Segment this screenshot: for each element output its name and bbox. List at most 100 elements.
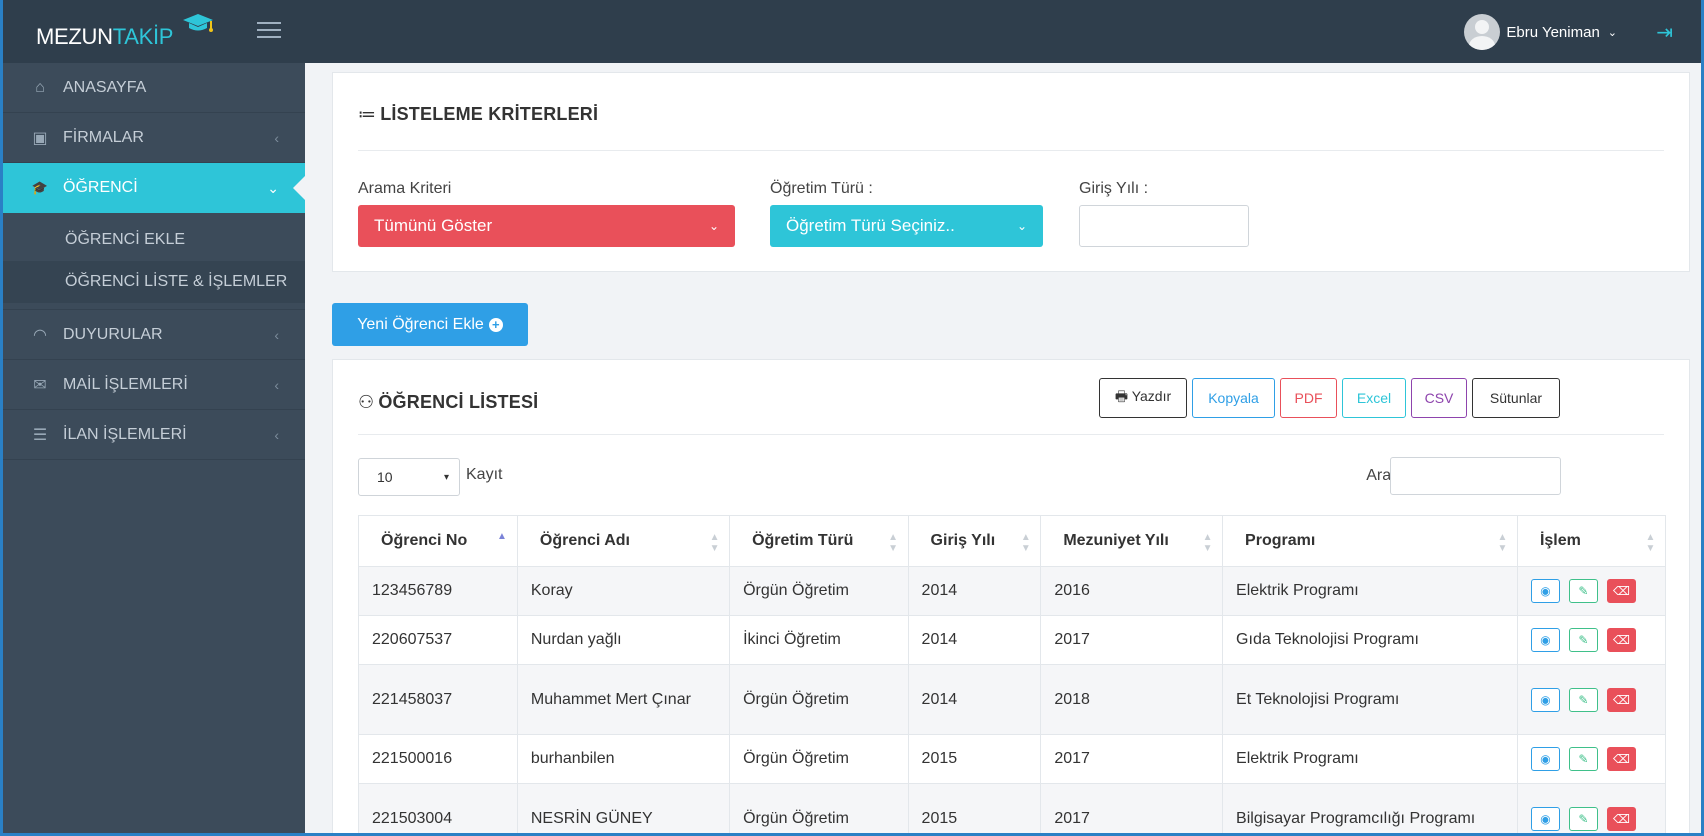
cell-student-name: Nurdan yağlı (516, 615, 731, 665)
column-header-graduation-year[interactable]: Mezuniyet Yılı ▲▼ (1040, 515, 1224, 567)
edit-icon[interactable]: ✎ (1568, 806, 1598, 831)
eraser-icon[interactable]: ⌫ (1606, 628, 1636, 652)
chevron-down-icon: ⌄ (267, 179, 279, 196)
cell-student-name: NESRİN GÜNEY (516, 783, 731, 833)
cell-program: Elektrik Programı (1222, 566, 1518, 616)
sort-icon: ▲▼ (887, 532, 899, 554)
edit-icon[interactable]: ✎ (1568, 579, 1598, 603)
copy-button[interactable]: Kopyala (1192, 378, 1275, 418)
criteria-title-text: LİSTELEME KRİTERLERİ (380, 104, 599, 124)
user-menu[interactable]: Ebru Yeniman ⌄ (1464, 14, 1617, 50)
columns-button[interactable]: Sütunlar (1472, 378, 1560, 418)
sidebar-subitem-ogrenci-ekle[interactable]: ÖĞRENCİ EKLE (3, 219, 305, 261)
column-header-student-name[interactable]: Öğrenci Adı ▲▼ (516, 515, 731, 567)
chevron-left-icon: ‹ (274, 426, 279, 443)
student-list-panel: ⚇ ÖĞRENCİ LİSTESİ 🖶 Yazdır Kopyala PDF Ex… (332, 359, 1690, 833)
pdf-button[interactable]: PDF (1280, 378, 1337, 418)
sidebar-subitem-ogrenci-liste[interactable]: ÖĞRENCİ LİSTE & İŞLEMLER (3, 261, 305, 303)
sort-icon: ▲▼ (1496, 532, 1508, 554)
eraser-icon[interactable]: ⌫ (1606, 579, 1636, 603)
cell-program: Elektrik Programı (1222, 734, 1518, 784)
entry-year-input[interactable] (1079, 205, 1249, 247)
education-type-select[interactable]: Öğretim Türü Seçiniz.. ⌄ (770, 205, 1043, 247)
column-header-actions[interactable]: İşlem ▲▼ (1516, 515, 1667, 567)
student-table: Öğrenci No ▲ Öğrenci Adı ▲▼ Öğretim Türü ▲▼… (358, 515, 1667, 833)
logo-area: MEZUNTAKİP (3, 0, 305, 63)
sidebar-item-firmalar[interactable]: ▣ FİRMALAR ‹ (3, 113, 305, 163)
caret-down-icon: ▾ (443, 471, 449, 483)
print-button[interactable]: 🖶 Yazdır (1099, 378, 1187, 418)
list-icon: ≔ (358, 104, 377, 124)
main-content: ≔ LİSTELEME KRİTERLERİ Arama Kriteri Tümü… (305, 63, 1701, 833)
table-row: 123456789 Koray Örgün Öğretim 2014 2016 … (358, 566, 1667, 616)
logout-icon[interactable]: ⇥ (1656, 20, 1673, 45)
chevron-down-icon: ⌄ (1016, 219, 1027, 233)
search-criteria-select[interactable]: Tümünü Göster ⌄ (358, 205, 735, 247)
menu-toggle-icon[interactable] (257, 22, 281, 40)
view-icon[interactable]: ◉ (1530, 687, 1560, 712)
column-header-program[interactable]: Programı ▲▼ (1222, 515, 1518, 567)
search-criteria-label: Arama Kriteri (358, 180, 452, 197)
csv-button[interactable]: CSV (1411, 378, 1467, 418)
cell-student-name: Koray (516, 566, 731, 616)
education-type-label: Öğretim Türü : (770, 180, 873, 197)
brand-logo[interactable]: MEZUNTAKİP (36, 24, 173, 50)
edit-icon[interactable]: ✎ (1568, 628, 1598, 652)
add-student-button[interactable]: Yeni Öğrenci Ekle + (332, 303, 528, 346)
sidebar-item-label: MAİL İŞLEMLERİ (63, 375, 188, 393)
sort-asc-icon: ▲ (496, 531, 507, 542)
chevron-left-icon: ‹ (274, 129, 279, 146)
graduation-cap-icon: 🎓 (31, 180, 49, 195)
cell-student-no: 221458037 (358, 664, 518, 735)
app-window: MEZUNTAKİP Ebru Yeniman ⌄ ⇥ ⌂ ANASAYFA ▣… (0, 0, 1704, 836)
edit-icon[interactable]: ✎ (1568, 747, 1598, 771)
entry-year-label: Giriş Yılı : (1079, 180, 1149, 197)
cell-student-name: Muhammet Mert Çınar (516, 664, 731, 735)
home-icon: ⌂ (35, 78, 45, 96)
page-length-value: 10 (377, 469, 393, 485)
cell-actions: ◉ ✎ ⌫ (1516, 783, 1667, 833)
table-row: 221500016 burhanbilen Örgün Öğretim 2015… (358, 734, 1667, 784)
page-length-select[interactable]: 10 ▾ (358, 458, 460, 496)
edit-icon[interactable]: ✎ (1568, 687, 1598, 712)
sort-icon: ▲▼ (709, 532, 721, 554)
view-icon[interactable]: ◉ (1530, 747, 1560, 771)
eraser-icon[interactable]: ⌫ (1606, 747, 1636, 771)
cell-student-no: 220607537 (358, 615, 518, 665)
table-search-input[interactable] (1390, 457, 1561, 495)
cell-education-type: İkinci Öğretim (729, 615, 909, 665)
sidebar-item-anasayfa[interactable]: ⌂ ANASAYFA (3, 63, 305, 113)
column-header-label: Giriş Yılı (930, 532, 996, 549)
divider (358, 150, 1664, 151)
cell-actions: ◉ ✎ ⌫ (1516, 734, 1667, 784)
view-icon[interactable]: ◉ (1530, 579, 1560, 603)
cell-program: Et Teknolojisi Programı (1222, 664, 1518, 735)
cell-program: Bilgisayar Programcılığı Programı (1222, 783, 1518, 833)
cell-education-type: Örgün Öğretim (729, 783, 909, 833)
add-student-label: Yeni Öğrenci Ekle (357, 315, 484, 333)
cell-graduation-year: 2017 (1040, 734, 1224, 784)
cell-student-no: 221500016 (358, 734, 518, 784)
cell-education-type: Örgün Öğretim (729, 664, 909, 735)
sidebar-item-label: DUYURULAR (63, 325, 163, 343)
column-header-education-type[interactable]: Öğretim Türü ▲▼ (729, 515, 909, 567)
eraser-icon[interactable]: ⌫ (1606, 687, 1636, 712)
sort-icon: ▲▼ (1202, 532, 1214, 554)
sidebar-item-ogrenci[interactable]: 🎓 ÖĞRENCİ ⌄ (3, 163, 306, 213)
column-header-label: Öğrenci Adı (539, 532, 630, 549)
column-header-label: Öğretim Türü (752, 532, 854, 549)
sidebar-item-mail-islemleri[interactable]: ✉ MAİL İŞLEMLERİ ‹ (3, 360, 305, 410)
column-header-student-no[interactable]: Öğrenci No ▲ (358, 515, 518, 567)
sidebar-item-duyurular[interactable]: ◠ DUYURULAR ‹ (3, 310, 305, 360)
table-row: 221458037 Muhammet Mert Çınar Örgün Öğre… (358, 664, 1667, 735)
view-icon[interactable]: ◉ (1530, 628, 1560, 652)
eraser-icon[interactable]: ⌫ (1606, 806, 1636, 831)
users-icon: ⚇ (358, 392, 375, 412)
excel-button[interactable]: Excel (1342, 378, 1406, 418)
avatar (1464, 14, 1501, 50)
view-icon[interactable]: ◉ (1530, 806, 1560, 831)
column-header-entry-year[interactable]: Giriş Yılı ▲▼ (907, 515, 1042, 567)
criteria-panel: ≔ LİSTELEME KRİTERLERİ Arama Kriteri Tümü… (332, 72, 1690, 272)
cell-student-no: 221503004 (358, 783, 518, 833)
sidebar-item-ilan-islemleri[interactable]: ☰ İLAN İŞLEMLERİ ‹ (3, 410, 305, 460)
